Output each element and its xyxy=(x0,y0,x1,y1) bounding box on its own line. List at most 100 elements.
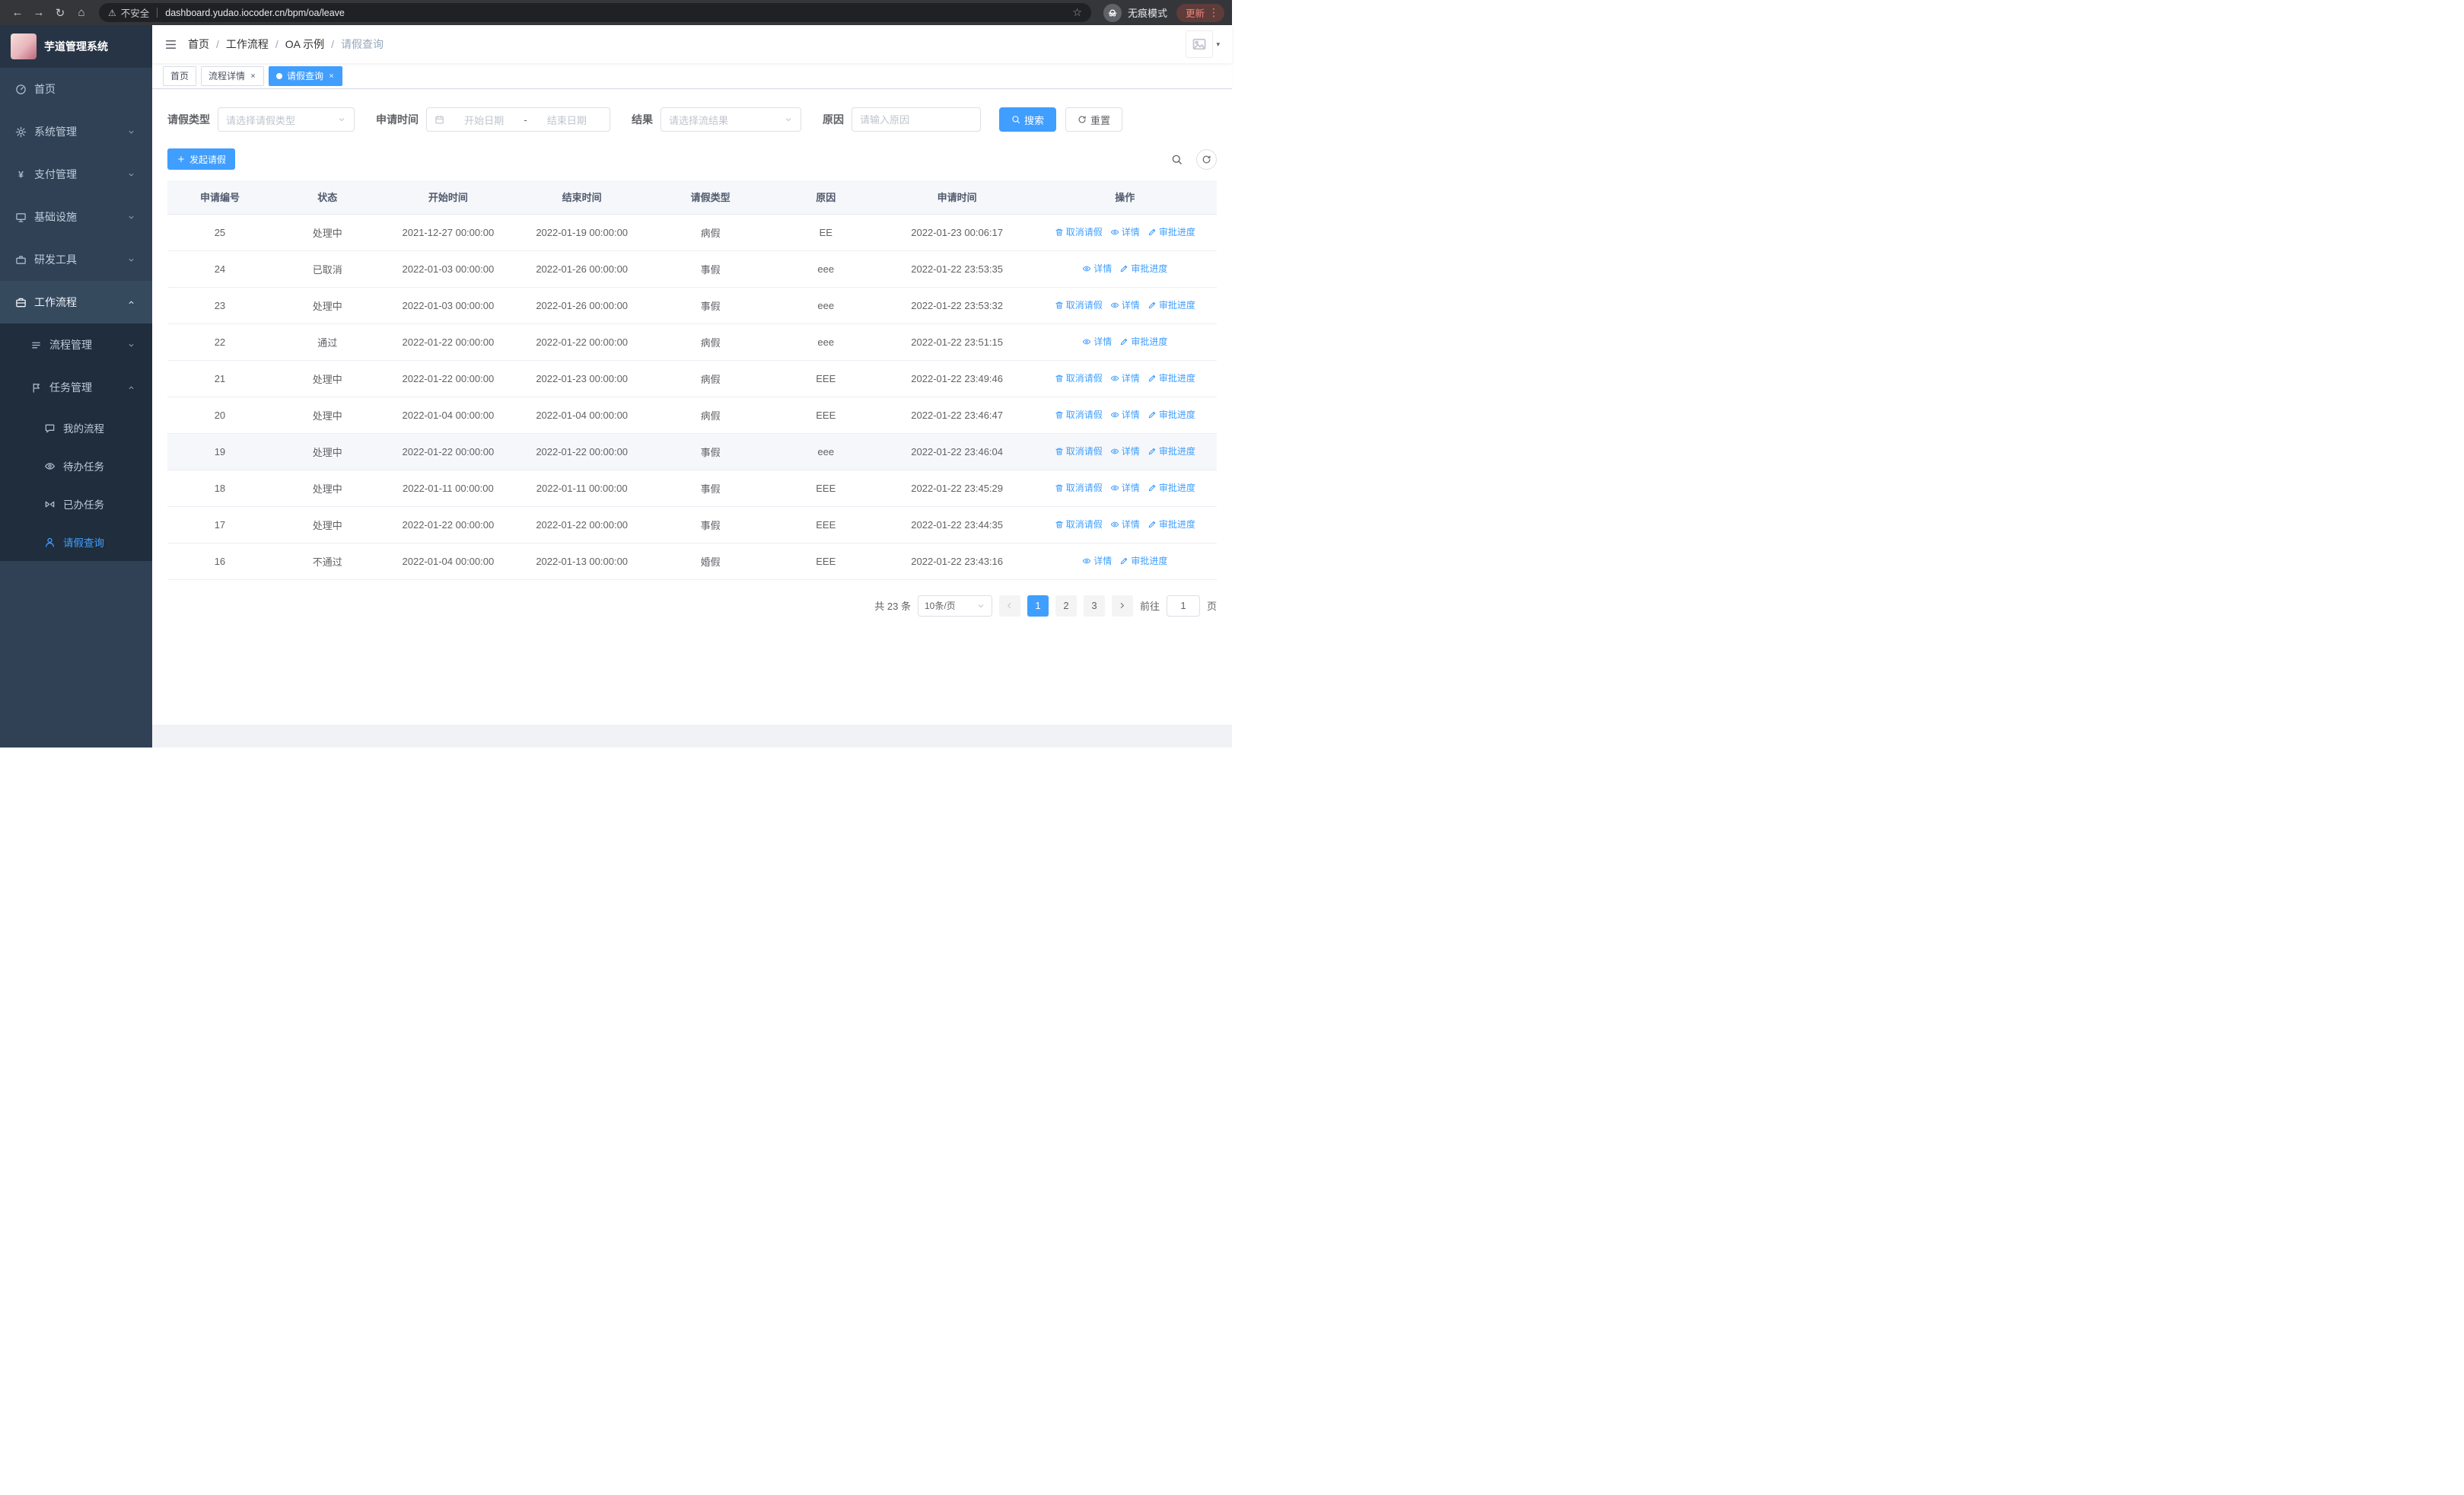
sidebar-item-label: 首页 xyxy=(34,83,56,95)
menu-dots-icon[interactable]: ⋮ xyxy=(1208,6,1220,19)
detail-action-link[interactable]: 详情 xyxy=(1082,554,1112,567)
leave-type-select[interactable]: 请选择请假类型 xyxy=(218,107,355,132)
pagination-total: 共 23 条 xyxy=(874,601,911,612)
address-bar[interactable]: ⚠ 不安全 dashboard.yudao.iocoder.cn/bpm/oa/… xyxy=(99,3,1091,22)
actions-cell: 取消请假 详情 审批进度 xyxy=(1033,506,1217,543)
sidebar-item-infra[interactable]: 基础设施 xyxy=(0,196,152,238)
leave-type-cell: 事假 xyxy=(650,470,771,507)
trash-icon xyxy=(1055,483,1064,492)
search-button[interactable]: 搜索 xyxy=(999,107,1057,132)
page-button-3[interactable]: 3 xyxy=(1083,594,1105,617)
sidebar-item-devtools[interactable]: 研发工具 xyxy=(0,238,152,281)
progress-action-link[interactable]: 审批进度 xyxy=(1148,481,1195,494)
app-logo[interactable]: 芋道管理系统 xyxy=(0,25,152,68)
refresh-table-button[interactable] xyxy=(1196,148,1217,170)
sidebar-item-payment[interactable]: ¥ 支付管理 xyxy=(0,153,152,196)
detail-action-link[interactable]: 详情 xyxy=(1082,262,1112,275)
sidebar-item-label: 研发工具 xyxy=(34,253,77,266)
reset-button[interactable]: 重置 xyxy=(1065,107,1123,132)
breadcrumb-item-2[interactable]: 工作流程 xyxy=(226,37,269,52)
column-header: 申请时间 xyxy=(880,180,1033,215)
reason-cell: EE xyxy=(770,214,881,251)
result-select[interactable]: 请选择流结果 xyxy=(661,107,801,132)
tab-home[interactable]: 首页 xyxy=(163,65,197,86)
sidebar-item-my-process[interactable]: 我的流程 xyxy=(0,409,152,447)
detail-action-link[interactable]: 详情 xyxy=(1110,518,1140,531)
progress-action-link[interactable]: 审批进度 xyxy=(1119,262,1167,275)
leave-type-label: 请假类型 xyxy=(167,113,210,126)
reset-button-label: 重置 xyxy=(1090,114,1111,126)
detail-action-link[interactable]: 详情 xyxy=(1110,225,1140,238)
cancel-action-link[interactable]: 取消请假 xyxy=(1055,445,1103,457)
home-button[interactable]: ⌂ xyxy=(72,3,91,23)
sidebar-item-leave-query[interactable]: 请假查询 xyxy=(0,523,152,561)
toggle-search-button[interactable] xyxy=(1167,148,1187,170)
progress-action-link[interactable]: 审批进度 xyxy=(1148,371,1195,384)
progress-action-link[interactable]: 审批进度 xyxy=(1148,298,1195,311)
breadcrumb-item-1[interactable]: 首页 xyxy=(188,37,209,52)
detail-action-link[interactable]: 详情 xyxy=(1110,298,1140,311)
reason-input[interactable] xyxy=(852,107,981,132)
detail-action-link[interactable]: 详情 xyxy=(1082,335,1112,348)
sidebar-item-workflow[interactable]: 工作流程 xyxy=(0,281,152,324)
sidebar: 芋道管理系统 首页系统管理 ¥ 支付管理 基础设施研发工具工作流程 流程管理任务管理我的… xyxy=(0,25,152,748)
sidebar-item-todo-tasks[interactable]: 待办任务 xyxy=(0,447,152,485)
browser-chrome: ← → ↻ ⌂ ⚠ 不安全 dashboard.yudao.iocoder.cn… xyxy=(0,0,1232,25)
create-leave-button[interactable]: 发起请假 xyxy=(167,148,236,170)
progress-action-link[interactable]: 审批进度 xyxy=(1119,335,1167,348)
back-button[interactable]: ← xyxy=(8,3,27,23)
sidebar-item-home[interactable]: 首页 xyxy=(0,68,152,110)
next-page-button[interactable] xyxy=(1111,594,1133,617)
prev-page-button[interactable] xyxy=(998,594,1020,617)
edit-icon xyxy=(1119,556,1129,566)
forward-button[interactable]: → xyxy=(29,3,49,23)
cancel-action-link[interactable]: 取消请假 xyxy=(1055,298,1103,311)
goto-label: 前往 xyxy=(1139,601,1160,612)
progress-action-link[interactable]: 审批进度 xyxy=(1148,225,1195,238)
sidebar-item-label: 任务管理 xyxy=(49,381,92,394)
cancel-action-link[interactable]: 取消请假 xyxy=(1055,225,1103,238)
page-size-select[interactable]: 10条/页 xyxy=(917,594,992,617)
goto-page-input[interactable] xyxy=(1166,594,1200,617)
action-label: 审批进度 xyxy=(1158,483,1195,494)
process-icon xyxy=(30,339,42,351)
apply-time-cell: 2022-01-22 23:46:47 xyxy=(880,397,1033,434)
page-button-2[interactable]: 2 xyxy=(1055,594,1077,617)
detail-action-link[interactable]: 详情 xyxy=(1110,408,1140,421)
detail-action-link[interactable]: 详情 xyxy=(1110,371,1140,384)
sidebar-item-process-mgmt[interactable]: 流程管理 xyxy=(0,324,152,366)
bookmark-star-icon[interactable]: ☆ xyxy=(1072,6,1082,19)
cancel-action-link[interactable]: 取消请假 xyxy=(1055,518,1103,531)
status-cell: 处理中 xyxy=(272,287,383,324)
cancel-action-link[interactable]: 取消请假 xyxy=(1055,371,1103,384)
sidebar-item-task-mgmt[interactable]: 任务管理 xyxy=(0,366,152,409)
tab-process-detail[interactable]: 流程详情 xyxy=(201,65,265,86)
apply-time-range-picker[interactable]: 开始日期 - 结束日期 xyxy=(426,107,610,132)
update-button[interactable]: 更新 ⋮ xyxy=(1176,3,1224,22)
sidebar-item-system[interactable]: 系统管理 xyxy=(0,110,152,153)
table-row: 20 处理中 2022-01-04 00:00:00 2022-01-04 00:00… xyxy=(167,397,1217,434)
progress-action-link[interactable]: 审批进度 xyxy=(1148,518,1195,531)
page-button-1[interactable]: 1 xyxy=(1027,594,1049,617)
app-logo-image xyxy=(11,33,37,59)
progress-action-link[interactable]: 审批进度 xyxy=(1119,554,1167,567)
trash-icon xyxy=(1055,374,1064,383)
close-icon[interactable] xyxy=(250,72,256,79)
user-avatar[interactable]: ▾ xyxy=(1186,30,1220,58)
detail-action-link[interactable]: 详情 xyxy=(1110,445,1140,457)
caret-down-icon: ▾ xyxy=(1216,40,1220,48)
reload-button[interactable]: ↻ xyxy=(50,3,70,23)
detail-action-link[interactable]: 详情 xyxy=(1110,481,1140,494)
sidebar-toggle-icon[interactable] xyxy=(164,38,177,51)
breadcrumb-item-3[interactable]: OA 示例 xyxy=(285,37,324,52)
tab-leave-query[interactable]: 请假查询 xyxy=(269,65,343,86)
cancel-action-link[interactable]: 取消请假 xyxy=(1055,408,1103,421)
sidebar-item-done-tasks[interactable]: 已办任务 xyxy=(0,485,152,523)
eye-icon xyxy=(1110,447,1119,456)
cancel-action-link[interactable]: 取消请假 xyxy=(1055,481,1103,494)
progress-action-link[interactable]: 审批进度 xyxy=(1148,445,1195,457)
progress-action-link[interactable]: 审批进度 xyxy=(1148,408,1195,421)
close-icon[interactable] xyxy=(328,72,335,79)
column-header: 结束时间 xyxy=(514,180,651,215)
trash-icon xyxy=(1055,447,1064,456)
